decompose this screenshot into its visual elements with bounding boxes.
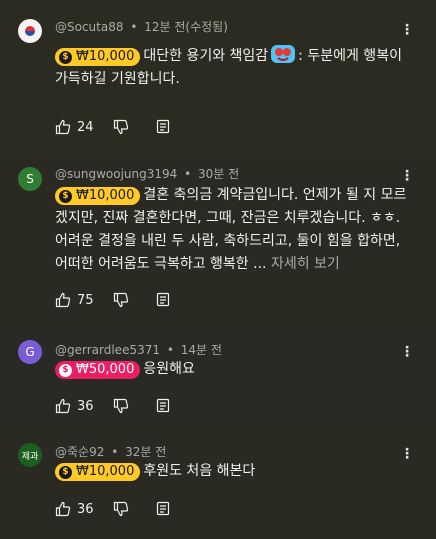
comment-text: $ ₩10,000 대단한 용기와 책임감 : 두분에게 행복이 가득하길 기원… [55, 44, 415, 91]
super-thanks-chip: $ ₩10,000 [55, 463, 141, 481]
meta-separator: • [184, 167, 192, 181]
read-more-link[interactable]: 자세히 보기 [271, 256, 340, 272]
comment-actions: 75 [55, 292, 171, 308]
super-thanks-amount: ₩10,000 [76, 49, 135, 64]
like-count: 75 [77, 292, 94, 308]
super-thanks-amount: ₩10,000 [76, 464, 135, 479]
comment-time: 12분 전(수정됨) [144, 20, 228, 34]
dislike-button[interactable] [113, 501, 155, 517]
thumb-up-icon [55, 292, 71, 308]
thumb-down-icon [113, 398, 129, 414]
comment-card: @Socuta88 • 12분 전(수정됨) ⋮ $ ₩10,000 대단한 용… [0, 0, 436, 154]
thumb-down-icon [113, 501, 129, 517]
comment-meta: @죽순92 • 32분 전 [55, 443, 166, 460]
meta-separator: • [111, 445, 119, 459]
korean-flag-icon [25, 26, 35, 36]
like-button[interactable]: 24 [55, 119, 113, 135]
comment-text-part: 후원도 처음 해본다 [143, 463, 256, 479]
author-handle[interactable]: @Socuta88 [55, 20, 124, 34]
comment-card: 제과 @죽순92 • 32분 전 ⋮ $ ₩10,000 후원도 처음 해본다 … [0, 426, 436, 539]
dollar-coin-icon: $ [59, 363, 72, 377]
thumb-up-icon [55, 501, 71, 517]
avatar[interactable]: S [18, 167, 42, 191]
comment-text: $ ₩10,000 후원도 처음 해본다 [55, 460, 415, 483]
reply-button[interactable] [155, 398, 171, 414]
author-handle[interactable]: @gerrardlee5371 [55, 343, 160, 357]
comment-time: 14분 전 [180, 343, 222, 357]
like-count: 36 [77, 501, 94, 517]
super-thanks-chip: $ ₩10,000 [55, 48, 141, 66]
like-button[interactable]: 36 [55, 501, 113, 517]
comment-card: S @sungwoojung3194 • 30분 전 ⋮ $ ₩10,000 결… [0, 154, 436, 324]
reply-button[interactable] [155, 119, 171, 135]
thumb-up-icon [55, 119, 71, 135]
comment-actions: 36 [55, 398, 171, 414]
reply-icon [156, 501, 170, 516]
comment-actions: 36 [55, 501, 171, 517]
reply-icon [156, 119, 170, 134]
dollar-coin-icon: $ [59, 465, 72, 479]
more-vert-icon[interactable]: ⋮ [400, 168, 414, 184]
super-thanks-chip: $ ₩10,000 [55, 187, 141, 205]
author-handle[interactable]: @죽순92 [55, 445, 104, 459]
reply-button[interactable] [155, 501, 171, 517]
thumb-down-icon [113, 119, 129, 135]
dislike-button[interactable] [113, 398, 155, 414]
reply-button[interactable] [155, 292, 171, 308]
comment-card: G @gerrardlee5371 • 14분 전 ⋮ $ ₩50,000 응원… [0, 324, 436, 426]
dollar-coin-icon: $ [59, 189, 72, 203]
dislike-button[interactable] [113, 292, 155, 308]
heart-eyes-emoji-icon [271, 45, 296, 63]
avatar[interactable] [18, 19, 42, 43]
like-button[interactable]: 36 [55, 398, 113, 414]
comment-time: 30분 전 [198, 167, 240, 181]
comment-actions: 24 [55, 119, 171, 135]
comment-text: $ ₩10,000 결혼 축의금 계약금입니다. 언제가 될 지 모르겠지만, … [55, 184, 415, 276]
dislike-button[interactable] [113, 119, 155, 135]
comment-text: $ ₩50,000 응원해요 [55, 358, 415, 381]
avatar[interactable]: 제과 [18, 443, 42, 467]
super-thanks-amount: ₩50,000 [76, 362, 135, 377]
author-handle[interactable]: @sungwoojung3194 [55, 167, 177, 181]
dollar-coin-icon: $ [59, 50, 72, 64]
like-count: 24 [77, 119, 94, 135]
meta-separator: • [166, 343, 174, 357]
thumb-up-icon [55, 398, 71, 414]
reply-icon [156, 398, 170, 413]
comment-text-part: 대단한 용기와 책임감 [143, 48, 269, 64]
comment-meta: @sungwoojung3194 • 30분 전 [55, 165, 239, 182]
comment-text-part: 응원해요 [143, 361, 195, 377]
super-thanks-amount: ₩10,000 [76, 188, 135, 203]
super-thanks-chip: $ ₩50,000 [55, 361, 141, 379]
meta-separator: • [130, 20, 138, 34]
comment-meta: @gerrardlee5371 • 14분 전 [55, 341, 222, 358]
comment-meta: @Socuta88 • 12분 전(수정됨) [55, 18, 228, 35]
like-count: 36 [77, 398, 94, 414]
more-vert-icon[interactable]: ⋮ [400, 22, 414, 38]
comment-time: 32분 전 [125, 445, 167, 459]
like-button[interactable]: 75 [55, 292, 113, 308]
thumb-down-icon [113, 292, 129, 308]
reply-icon [156, 292, 170, 307]
avatar[interactable]: G [18, 340, 42, 364]
